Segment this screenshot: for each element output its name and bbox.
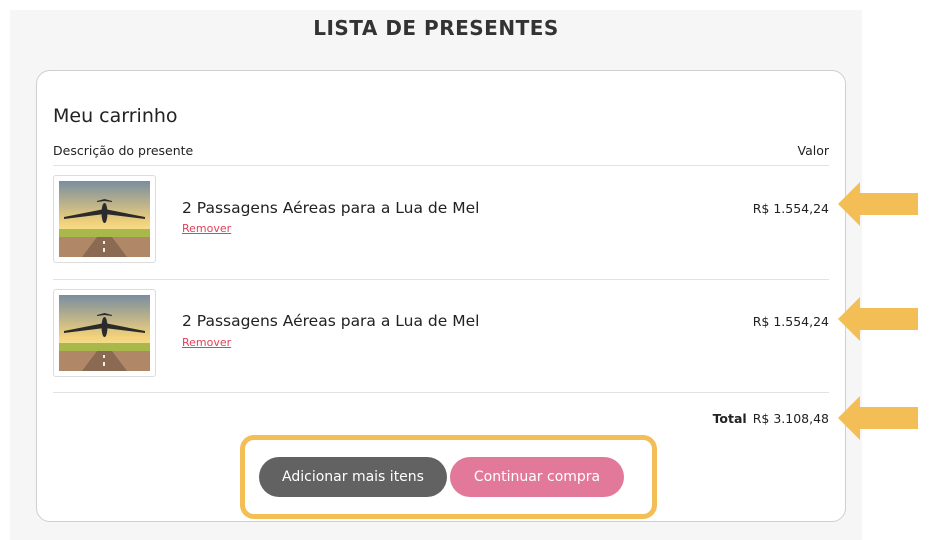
item-name: 2 Passagens Aéreas para a Lua de Mel — [182, 199, 480, 217]
airplane-takeoff-image — [59, 181, 150, 257]
item-price: R$ 1.554,24 — [752, 201, 829, 216]
item-name: 2 Passagens Aéreas para a Lua de Mel — [182, 312, 480, 330]
item-thumbnail — [53, 175, 156, 263]
total-value: R$ 3.108,48 — [752, 411, 829, 426]
item-thumbnail — [53, 289, 156, 377]
item-price: R$ 1.554,24 — [752, 314, 829, 329]
item-divider — [53, 392, 829, 393]
remove-item-link[interactable]: Remover — [182, 222, 231, 235]
arrow-left-icon — [838, 297, 918, 341]
column-header-description: Descrição do presente — [53, 143, 194, 158]
airplane-takeoff-image — [59, 295, 150, 371]
remove-item-link[interactable]: Remover — [182, 336, 231, 349]
cart-total: Total R$ 3.108,48 — [713, 411, 829, 426]
column-header-value: Valor — [797, 143, 829, 158]
page-title: LISTA DE PRESENTES — [313, 16, 559, 40]
arrow-left-icon — [838, 396, 918, 440]
total-label: Total — [712, 411, 747, 426]
item-divider — [53, 279, 829, 280]
arrow-left-icon — [838, 182, 918, 226]
cart-heading: Meu carrinho — [53, 105, 178, 127]
buttons-highlight-box — [240, 435, 657, 519]
header-divider — [53, 165, 829, 166]
